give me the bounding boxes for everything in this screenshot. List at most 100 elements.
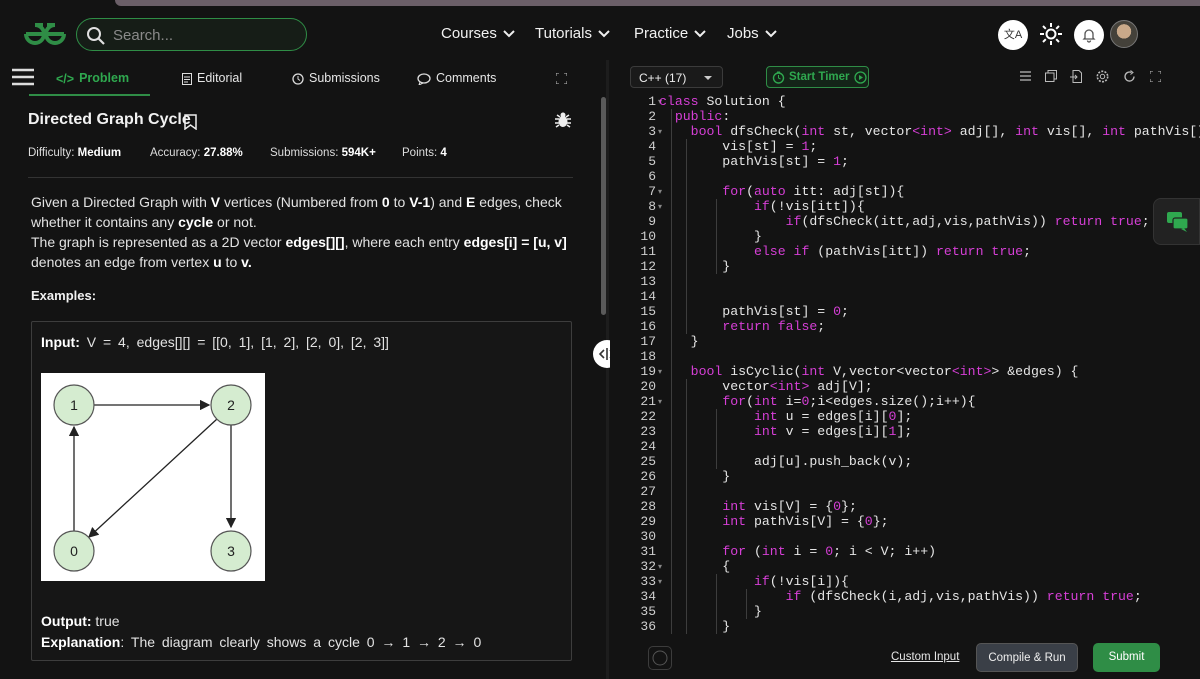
- points-value: 4: [440, 147, 447, 159]
- accuracy-meta: Accuracy: 27.88%: [150, 147, 243, 159]
- problem-description: Given a Directed Graph with V vertices (…: [31, 194, 567, 270]
- language-select[interactable]: C++ (17): [630, 66, 723, 88]
- start-timer-button[interactable]: Start Timer: [766, 66, 869, 88]
- tab-editorial-label: Editorial: [197, 71, 243, 85]
- search-icon: [87, 27, 105, 45]
- language-button[interactable]: 文A: [998, 20, 1028, 50]
- line-number: 23: [640, 424, 656, 439]
- line-number: 22: [640, 409, 656, 424]
- line-number: 14: [640, 289, 656, 304]
- example-box: Input: V = 4, edges[][] = [[0, 1], [1, 2…: [31, 321, 572, 661]
- clock-icon: [292, 73, 304, 85]
- nav-jobs-label: Jobs: [727, 25, 759, 42]
- code-content[interactable]: class Solution { public: bool dfsCheck(i…: [659, 94, 1200, 634]
- examples-heading: Examples:: [31, 288, 97, 303]
- submissions-label: Submissions:: [270, 147, 339, 159]
- code-editor[interactable]: 1 2 3 4 5 6 7 8 9 10 11 12 13 14 15 16 17 18 19 20 21 22 23 24 2…: [610, 94, 1200, 637]
- line-number: 8: [648, 199, 656, 214]
- comment-icon: [417, 73, 431, 85]
- reset-icon[interactable]: [1123, 70, 1136, 83]
- accuracy-label: Accuracy:: [150, 147, 201, 159]
- line-number: 12: [640, 259, 656, 274]
- code-icon: </>: [56, 71, 75, 86]
- chevron-down-icon: [598, 30, 610, 38]
- problem-panel: Directed Graph Cycle Difficulty: Medium …: [0, 97, 604, 679]
- line-number: 11: [640, 244, 656, 259]
- graph-node-label: 1: [70, 397, 78, 413]
- settings-icon[interactable]: [1096, 70, 1109, 83]
- tab-comments-label: Comments: [436, 71, 497, 85]
- points-meta: Points: 4: [402, 147, 447, 159]
- line-number: 3: [648, 124, 656, 139]
- line-number: 6: [648, 169, 656, 184]
- line-number: 35: [640, 604, 656, 619]
- expand-console-button[interactable]: [648, 646, 672, 670]
- line-number: 5: [648, 154, 656, 169]
- copy-icon[interactable]: [1045, 70, 1057, 82]
- nav-tutorials-label: Tutorials: [535, 25, 592, 42]
- list-icon[interactable]: [1020, 71, 1031, 81]
- bookmark-icon[interactable]: [184, 114, 197, 130]
- nav-tutorials[interactable]: Tutorials: [535, 25, 610, 42]
- panel-splitter[interactable]: [606, 60, 609, 679]
- nav-practice[interactable]: Practice: [634, 25, 706, 42]
- theme-toggle[interactable]: [1038, 21, 1064, 52]
- line-number: 17: [640, 334, 656, 349]
- chevron-up-icon: [652, 650, 668, 666]
- problem-tabs: </> Problem Editorial Submissions Comment…: [0, 60, 604, 97]
- menu-icon[interactable]: [12, 68, 34, 86]
- custom-input-link[interactable]: Custom Input: [891, 651, 959, 663]
- line-number: 18: [640, 349, 656, 364]
- points-label: Points:: [402, 147, 438, 159]
- active-tab-indicator: [29, 94, 150, 96]
- translate-icon: 文A: [1003, 29, 1023, 41]
- line-number: 29: [640, 514, 656, 529]
- line-number: 16: [640, 319, 656, 334]
- line-number: 26: [640, 469, 656, 484]
- chat-icon: [1167, 212, 1189, 232]
- sun-icon: [1040, 23, 1062, 45]
- bug-report-icon[interactable]: [554, 111, 572, 129]
- line-number: 25: [640, 454, 656, 469]
- tab-editorial[interactable]: Editorial: [182, 71, 242, 85]
- play-icon: [854, 71, 867, 84]
- fullscreen-icon[interactable]: [1150, 71, 1161, 82]
- search-input[interactable]: Search...: [113, 27, 173, 44]
- line-number: 21: [640, 394, 656, 409]
- example-output: Output: true: [41, 613, 120, 629]
- editor-footer: Custom Input Compile & Run Submit: [610, 637, 1200, 679]
- difficulty-meta: Difficulty: Medium: [28, 147, 121, 159]
- tab-comments[interactable]: Comments: [417, 71, 496, 85]
- line-number: 30: [640, 529, 656, 544]
- file-import-icon[interactable]: [1070, 70, 1082, 83]
- search-bar[interactable]: Search...: [76, 18, 307, 51]
- difficulty-label: Difficulty:: [28, 147, 75, 159]
- chat-widget-button[interactable]: [1153, 198, 1200, 245]
- page-title: Directed Graph Cycle: [28, 111, 191, 128]
- line-number: 36: [640, 619, 656, 634]
- submit-button[interactable]: Submit: [1093, 643, 1160, 672]
- line-number: 13: [640, 274, 656, 289]
- line-number: 4: [648, 139, 656, 154]
- gfg-logo[interactable]: [22, 21, 68, 52]
- fullscreen-icon[interactable]: [556, 73, 567, 84]
- tab-problem-label: Problem: [79, 71, 130, 85]
- tab-problem[interactable]: </> Problem: [56, 71, 129, 86]
- divider: [28, 177, 573, 178]
- notification-button[interactable]: [1074, 20, 1104, 50]
- compile-run-button[interactable]: Compile & Run: [976, 643, 1078, 672]
- line-number: 24: [640, 439, 656, 454]
- avatar[interactable]: [1110, 20, 1138, 48]
- graph-node-label: 2: [227, 397, 235, 413]
- timer-icon: [772, 71, 785, 84]
- line-number: 33: [640, 574, 656, 589]
- tab-submissions[interactable]: Submissions: [292, 71, 380, 85]
- nav-courses[interactable]: Courses: [441, 25, 515, 42]
- submissions-value: 594K+: [341, 147, 376, 159]
- line-number: 1: [648, 94, 656, 109]
- example-input: Input: V = 4, edges[][] = [[0, 1], [1, 2…: [41, 334, 389, 350]
- line-number: 2: [648, 109, 656, 124]
- bell-icon: [1082, 29, 1096, 43]
- top-navbar: Search... Courses Tutorials Practice Job…: [0, 0, 1200, 68]
- nav-jobs[interactable]: Jobs: [727, 25, 777, 42]
